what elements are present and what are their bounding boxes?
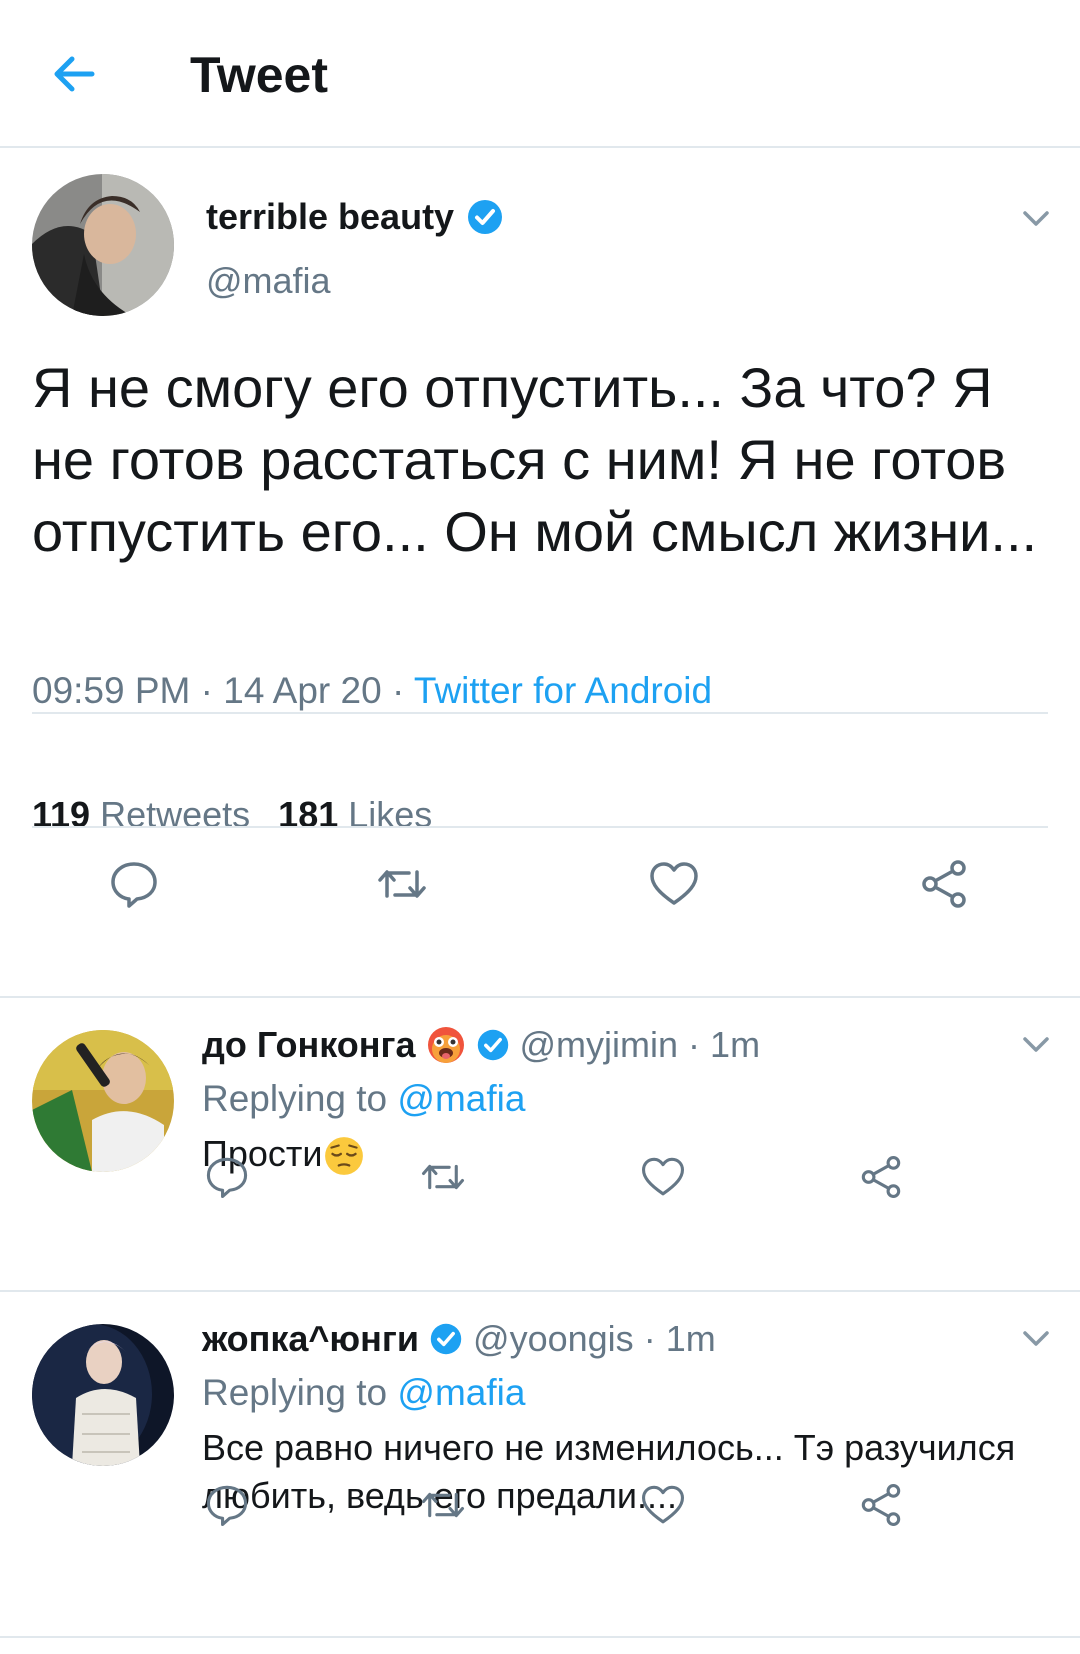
share-button[interactable] xyxy=(918,858,970,910)
reply-author-name[interactable]: жопка^юнги xyxy=(202,1318,419,1360)
share-button[interactable] xyxy=(858,1154,904,1200)
replying-to: Replying to @mafia xyxy=(202,1372,525,1414)
replying-mention[interactable]: @mafia xyxy=(397,1078,525,1119)
chevron-down-icon xyxy=(1023,211,1049,226)
retweets-stat[interactable]: 119 Retweets xyxy=(32,794,250,835)
tweet-time: 09:59 PM xyxy=(32,670,191,711)
divider xyxy=(32,712,1048,714)
reply-time: 1m xyxy=(710,1024,761,1065)
more-options-button[interactable] xyxy=(1018,200,1054,236)
retweet-icon xyxy=(378,870,426,898)
share-icon xyxy=(922,860,966,908)
likes-stat[interactable]: 181 Likes xyxy=(278,794,432,835)
reply-header: до Гонконга @myjimin · 1m xyxy=(202,1024,760,1066)
replying-prefix: Replying to xyxy=(202,1078,388,1119)
main-tweet: terrible beauty @mafia Я не смогу его от… xyxy=(0,150,1080,998)
retweet-icon xyxy=(421,1164,465,1190)
verified-badge-icon xyxy=(468,200,503,234)
divider xyxy=(0,1636,1080,1638)
reply-time: 1m xyxy=(665,1318,716,1359)
likes-label: Likes xyxy=(348,794,433,835)
likes-count: 181 xyxy=(278,794,339,835)
author-handle[interactable]: @mafia xyxy=(206,260,331,302)
reply-tweet[interactable]: жопка^юнги @yoongis · 1m Replying to @ma… xyxy=(0,1292,1080,1634)
retweets-count: 119 xyxy=(32,794,91,835)
reply-icon xyxy=(206,1485,248,1527)
more-options-button[interactable] xyxy=(1018,1026,1054,1062)
meta-separator: · xyxy=(643,1318,656,1359)
meta-separator: · xyxy=(391,670,405,711)
reply-button[interactable] xyxy=(204,1482,250,1528)
chevron-down-icon xyxy=(1023,1037,1049,1052)
replying-mention[interactable]: @mafia xyxy=(397,1372,525,1413)
chevron-down-icon xyxy=(1023,1331,1049,1346)
tweet-stats: 119 Retweets 181 Likes xyxy=(32,794,432,836)
tweet-source-link[interactable]: Twitter for Android xyxy=(414,670,712,711)
like-button[interactable] xyxy=(640,1154,686,1200)
retweet-button[interactable] xyxy=(376,858,428,910)
arrow-left-icon xyxy=(54,56,95,92)
replying-prefix: Replying to xyxy=(202,1372,388,1413)
meta-separator: · xyxy=(688,1024,701,1065)
like-button[interactable] xyxy=(640,1482,686,1528)
more-options-button[interactable] xyxy=(1018,1320,1054,1356)
like-button[interactable] xyxy=(648,858,700,910)
retweet-icon xyxy=(421,1492,465,1518)
page-title: Tweet xyxy=(190,47,328,103)
reply-button[interactable] xyxy=(204,1154,250,1200)
reply-button[interactable] xyxy=(108,858,160,910)
share-icon xyxy=(861,1155,901,1199)
tweet-meta: 09:59 PM · 14 Apr 20 · Twitter for Andro… xyxy=(32,670,712,712)
hot-face-emoji xyxy=(427,1027,464,1063)
avatar[interactable] xyxy=(32,1324,174,1466)
verified-badge-icon xyxy=(430,1323,462,1355)
verified-badge-icon xyxy=(477,1029,508,1061)
reply-author-handle[interactable]: @myjimin xyxy=(520,1024,679,1066)
retweets-label: Retweets xyxy=(100,794,251,835)
share-icon xyxy=(861,1483,901,1527)
avatar[interactable] xyxy=(32,174,174,316)
tweet-date: 14 Apr 20 xyxy=(223,670,382,711)
reply-header: жопка^юнги @yoongis · 1m xyxy=(202,1318,716,1360)
author-name[interactable]: terrible beauty xyxy=(206,196,454,238)
reply-icon xyxy=(206,1157,248,1199)
divider xyxy=(32,826,1048,828)
reply-icon xyxy=(111,862,157,908)
share-button[interactable] xyxy=(858,1482,904,1528)
back-button[interactable] xyxy=(44,44,104,104)
retweet-button[interactable] xyxy=(420,1482,466,1528)
meta-separator: · xyxy=(200,670,213,711)
reply-author-name[interactable]: до Гонконга xyxy=(202,1024,416,1066)
tweet-text: Я не смогу его отпустить... За что? Я не… xyxy=(32,356,1038,563)
reply-tweet[interactable]: до Гонконга @myjimin · 1m Replying to @m… xyxy=(0,998,1080,1292)
pensive-face-emoji xyxy=(324,1137,363,1176)
retweet-button[interactable] xyxy=(420,1154,466,1200)
heart-icon xyxy=(641,1485,685,1524)
reply-author-handle[interactable]: @yoongis xyxy=(473,1318,634,1360)
heart-icon xyxy=(650,862,698,905)
replying-to: Replying to @mafia xyxy=(202,1078,525,1120)
top-bar: Tweet xyxy=(0,0,1080,148)
avatar[interactable] xyxy=(32,1030,174,1172)
heart-icon xyxy=(641,1157,685,1196)
author-name-row: terrible beauty xyxy=(206,196,504,238)
